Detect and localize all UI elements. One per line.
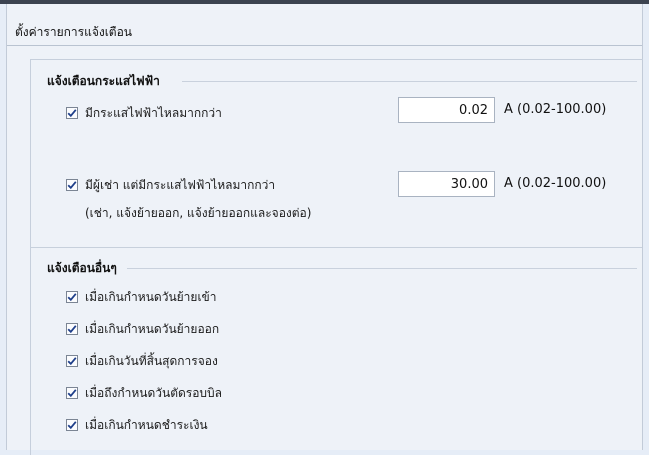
current-over-threshold-label: มีกระแสไฟฟ้าไหลมากกว่า xyxy=(85,105,222,120)
current-over-threshold-row[interactable]: มีกระแสไฟฟ้าไหลมากกว่า xyxy=(66,104,222,122)
alert-settings-panel: ตั้งค่ารายการแจ้งเตือน แจ้งเตือนกระแสไฟฟ… xyxy=(6,4,643,455)
current-over-threshold-unit: A (0.02-100.00) xyxy=(504,102,607,117)
move-in-overdue-checkbox[interactable] xyxy=(66,291,78,303)
current-alerts-heading: แจ้งเตือนกระแสไฟฟ้า xyxy=(47,74,160,88)
move-out-overdue-checkbox[interactable] xyxy=(66,323,78,335)
other-alerts-rule xyxy=(127,268,637,269)
move-out-overdue-label: เมื่อเกินกำหนดวันย้ายออก xyxy=(85,321,220,336)
tenant-current-row[interactable]: มีผู้เช่า แต่มีกระแสไฟฟ้าไหลมากกว่า xyxy=(66,176,275,194)
booking-expired-label: เมื่อเกินวันที่สิ้นสุดการจอง xyxy=(85,353,218,368)
tenant-current-input[interactable] xyxy=(398,171,495,197)
current-alerts-rule xyxy=(182,81,637,82)
tenant-current-note: (เช่า, แจ้งย้ายออก, แจ้งย้ายออกและจองต่อ… xyxy=(85,206,312,220)
booking-expired-checkbox[interactable] xyxy=(66,355,78,367)
move-in-overdue-row[interactable]: เมื่อเกินกำหนดวันย้ายเข้า xyxy=(66,288,216,306)
checkmark-icon xyxy=(67,357,77,366)
checkmark-icon xyxy=(67,421,77,430)
current-over-threshold-checkbox[interactable] xyxy=(66,107,78,119)
checkmark-icon xyxy=(67,109,77,118)
move-in-overdue-label: เมื่อเกินกำหนดวันย้ายเข้า xyxy=(85,289,217,304)
tenant-current-label: มีผู้เช่า แต่มีกระแสไฟฟ้าไหลมากกว่า xyxy=(85,177,276,192)
current-over-threshold-input[interactable] xyxy=(398,97,495,123)
move-out-overdue-row[interactable]: เมื่อเกินกำหนดวันย้ายออก xyxy=(66,320,219,338)
billing-cutoff-row[interactable]: เมื่อถึงกำหนดวันตัดรอบบิล xyxy=(66,384,222,402)
other-alerts-heading: แจ้งเตือนอื่นๆ xyxy=(47,261,117,275)
payment-overdue-checkbox[interactable] xyxy=(66,419,78,431)
checkmark-icon xyxy=(67,389,77,398)
tenant-current-unit: A (0.02-100.00) xyxy=(504,176,607,191)
section-divider xyxy=(31,247,642,248)
title-divider xyxy=(7,45,642,46)
payment-overdue-row[interactable]: เมื่อเกินกำหนดชำระเงิน xyxy=(66,416,208,434)
checkmark-icon xyxy=(67,181,77,190)
billing-cutoff-label: เมื่อถึงกำหนดวันตัดรอบบิล xyxy=(85,385,223,400)
payment-overdue-label: เมื่อเกินกำหนดชำระเงิน xyxy=(85,417,208,432)
checkmark-icon xyxy=(67,293,77,302)
tenant-current-checkbox[interactable] xyxy=(66,179,78,191)
checkmark-icon xyxy=(67,325,77,334)
billing-cutoff-checkbox[interactable] xyxy=(66,387,78,399)
booking-expired-row[interactable]: เมื่อเกินวันที่สิ้นสุดการจอง xyxy=(66,352,218,370)
panel-title: ตั้งค่ารายการแจ้งเตือน xyxy=(15,25,133,39)
